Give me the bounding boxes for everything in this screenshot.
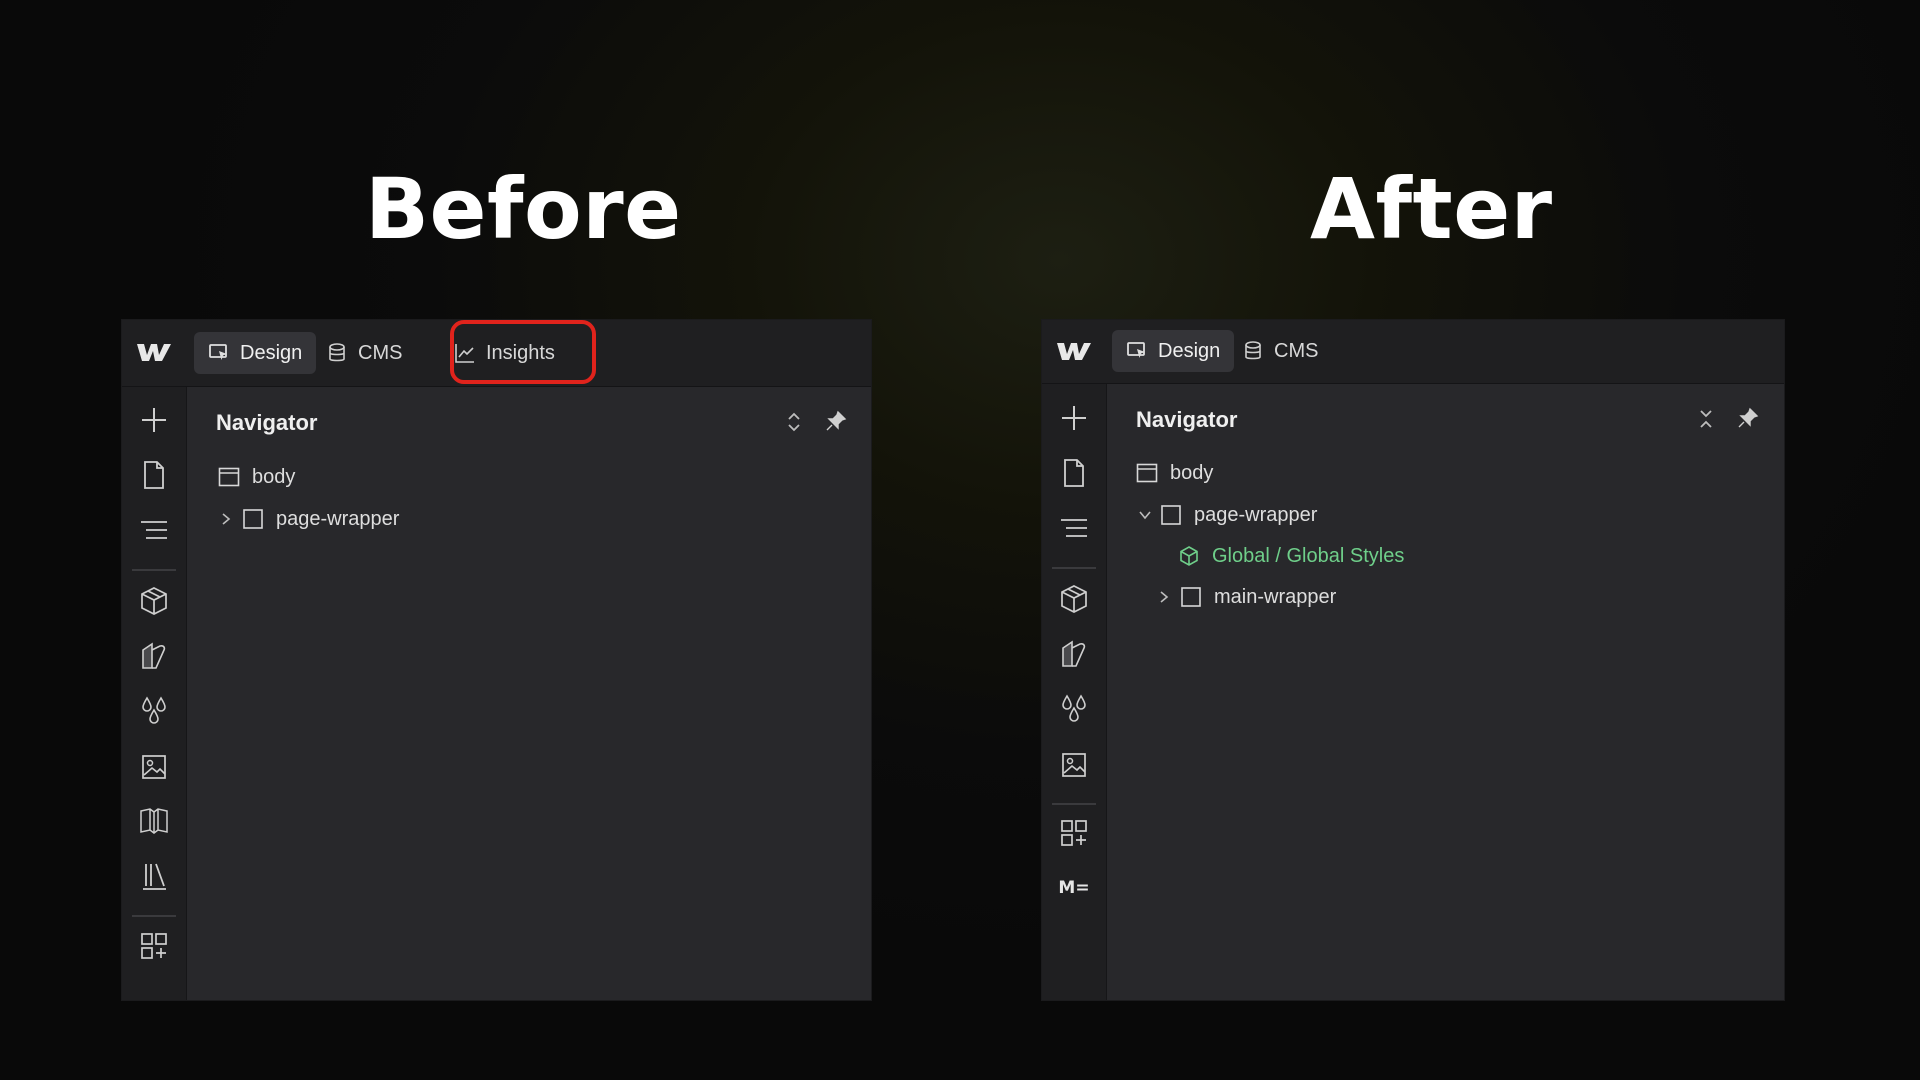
tree-item-main-wrapper[interactable]: main-wrapper <box>1158 583 1336 611</box>
apps-icon[interactable] <box>136 928 172 964</box>
rail-divider <box>1052 567 1096 569</box>
tree-item-label: page-wrapper <box>1194 503 1318 526</box>
variables-icon[interactable] <box>136 693 172 729</box>
assets-icon[interactable] <box>136 748 172 784</box>
rail-divider <box>132 569 176 571</box>
tab-design-label: Design <box>1158 339 1221 362</box>
insights-highlight-outline <box>450 320 596 384</box>
add-icon[interactable] <box>136 402 172 438</box>
rail-divider <box>132 915 176 917</box>
tab-design[interactable]: Design <box>1112 330 1235 372</box>
components-icon[interactable] <box>1056 581 1092 617</box>
tree-item-label: main-wrapper <box>1214 585 1337 608</box>
tree-item-label: page-wrapper <box>276 507 400 530</box>
styles-icon[interactable] <box>136 638 172 674</box>
tab-cms[interactable]: CMS <box>312 332 416 374</box>
styles-icon[interactable] <box>1056 636 1092 672</box>
tree-item-global-styles[interactable]: Global / Global Styles <box>1178 542 1404 570</box>
design-cursor-icon <box>209 344 227 360</box>
before-panel: Design CMS Insights Navigator body page-… <box>122 320 871 1000</box>
tab-cms-label: CMS <box>358 341 403 364</box>
after-heading: After <box>1310 160 1553 258</box>
pin-icon[interactable] <box>824 409 848 433</box>
top-bar: Design CMS Insights <box>122 320 871 387</box>
tree-item-body[interactable]: body <box>218 463 295 491</box>
body-frame-icon <box>218 467 240 487</box>
chevron-right-icon[interactable] <box>1158 589 1170 605</box>
tree-item-label: Global / Global Styles <box>1212 544 1405 567</box>
pin-icon[interactable] <box>1736 406 1760 430</box>
tree-item-body[interactable]: body <box>1136 459 1213 487</box>
page-icon[interactable] <box>1056 455 1092 491</box>
components-icon[interactable] <box>136 583 172 619</box>
left-rail: M= <box>1042 384 1107 1000</box>
collapse-all-icon[interactable] <box>1694 407 1718 431</box>
apps-icon[interactable] <box>1056 815 1092 851</box>
apps-library-icon[interactable] <box>136 858 172 894</box>
variables-icon[interactable] <box>1056 691 1092 727</box>
top-bar: Design CMS <box>1042 320 1784 384</box>
tree-item-page-wrapper[interactable]: page-wrapper <box>1138 501 1317 529</box>
navigator-icon[interactable] <box>1056 510 1092 546</box>
navigator-icon[interactable] <box>136 512 172 548</box>
tab-design-label: Design <box>240 341 303 364</box>
navigator-title: Navigator <box>1136 407 1238 432</box>
body-frame-icon <box>1136 463 1158 483</box>
assets-icon[interactable] <box>1056 746 1092 782</box>
database-icon <box>329 343 345 362</box>
add-icon[interactable] <box>1056 400 1092 436</box>
box-icon <box>243 509 263 529</box>
tab-cms-label: CMS <box>1274 339 1319 362</box>
chevron-down-icon[interactable] <box>1138 507 1152 523</box>
before-heading: Before <box>365 160 682 258</box>
webflow-logo-icon[interactable] <box>136 340 172 364</box>
design-cursor-icon <box>1127 342 1145 358</box>
component-icon <box>1180 546 1198 566</box>
m-app-label: M= <box>1058 878 1090 898</box>
database-icon <box>1245 341 1261 360</box>
page-icon[interactable] <box>136 457 172 493</box>
m-app-icon[interactable]: M= <box>1056 870 1092 906</box>
library-icon[interactable] <box>136 803 172 839</box>
rail-divider <box>1052 803 1096 805</box>
navigator-title: Navigator <box>216 410 318 435</box>
tab-design[interactable]: Design <box>194 332 317 374</box>
box-icon <box>1181 587 1201 607</box>
left-rail <box>122 387 187 1000</box>
tree-item-label: body <box>252 465 296 488</box>
tab-cms[interactable]: CMS <box>1228 330 1332 372</box>
expand-collapse-icon[interactable] <box>782 410 806 434</box>
after-panel: Design CMS M= Navigator body page-wrappe… <box>1042 320 1784 1000</box>
box-icon <box>1161 505 1181 525</box>
tree-item-page-wrapper[interactable]: page-wrapper <box>220 505 399 533</box>
chevron-right-icon[interactable] <box>220 511 232 527</box>
tree-item-label: body <box>1170 461 1214 484</box>
webflow-logo-icon[interactable] <box>1056 339 1092 363</box>
